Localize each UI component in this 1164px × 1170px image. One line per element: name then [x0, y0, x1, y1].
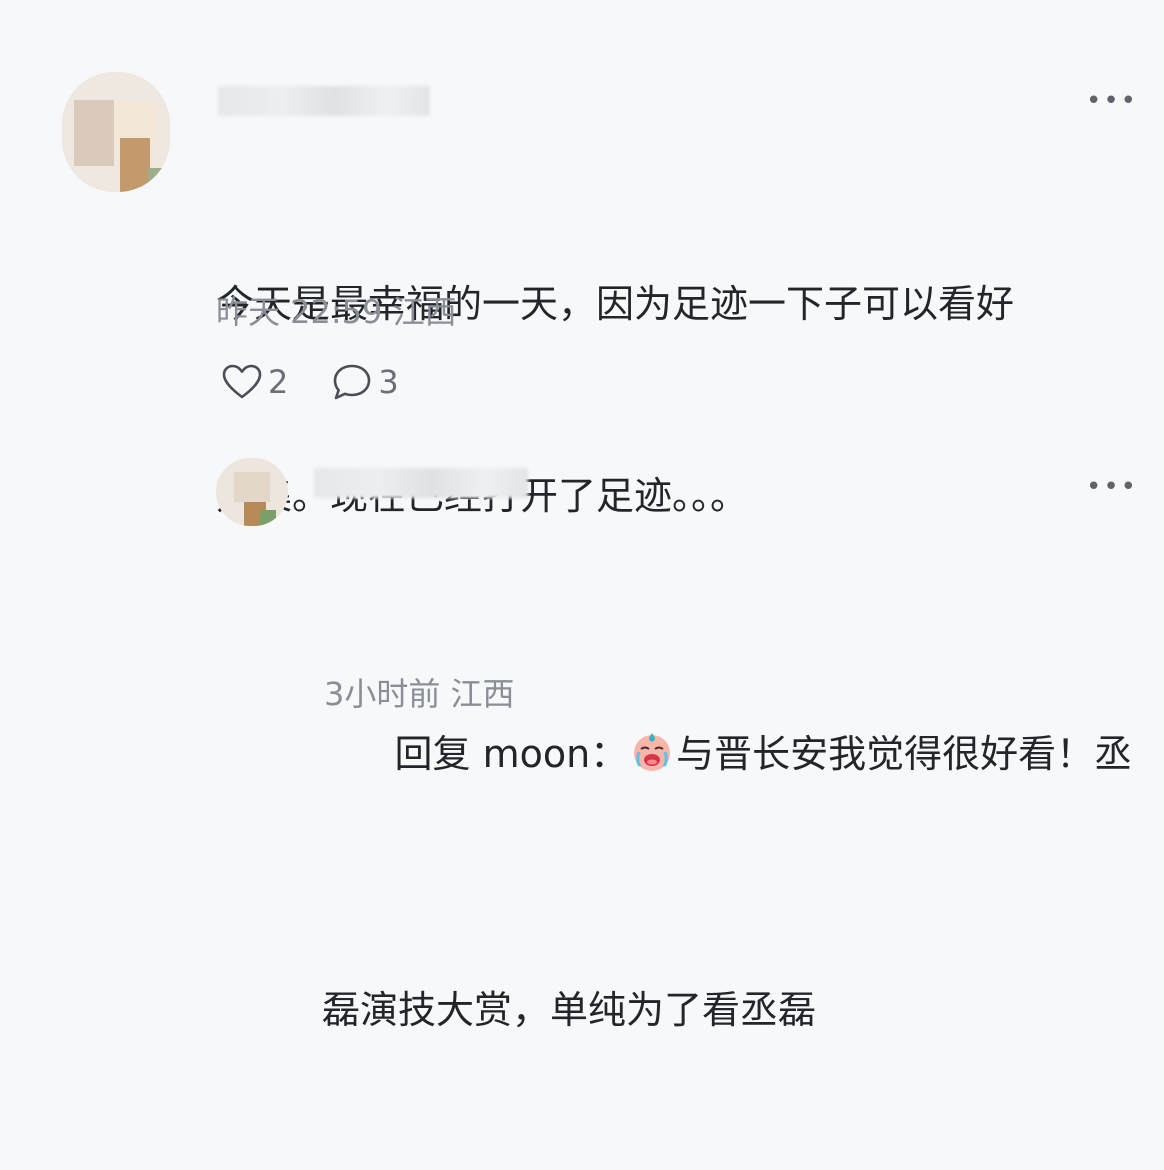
username-blurred[interactable]: [314, 468, 528, 498]
more-dots-icon[interactable]: •••: [1086, 88, 1138, 114]
comment-meta: 昨天 22:59 江西: [216, 292, 457, 332]
like-button[interactable]: 2: [222, 362, 288, 402]
comment-bubble-icon: [334, 364, 371, 400]
avatar-pixel: [260, 510, 276, 526]
reply-button[interactable]: 3: [332, 362, 399, 402]
reply-item: ••• 回复 moon： 与晋长安我觉得很好看！丞 磊演技大赏，单纯为了看丞磊 3…: [0, 430, 1164, 1032]
comment-item: ••• 今天是最幸福的一天，因为足迹一下子可以看好 几集。现在已经打开了足迹。。…: [0, 0, 1164, 518]
crying-face-emoji: [634, 733, 671, 771]
more-dots-icon[interactable]: •••: [1086, 474, 1138, 500]
avatar[interactable]: [62, 72, 170, 192]
avatar-pixel: [148, 168, 170, 192]
reply-prefix: 回复 moon：: [394, 732, 629, 776]
reply-meta: 3小时前 江西: [324, 674, 515, 714]
reply-text-part: 与晋长安我觉得很好看！丞: [676, 732, 1133, 776]
username-blurred[interactable]: [218, 86, 430, 116]
comment-location: 江西: [392, 293, 457, 331]
avatar-pixel: [114, 102, 158, 142]
avatar-pixel: [120, 138, 150, 192]
reply-location: 江西: [450, 675, 515, 713]
avatar[interactable]: [216, 458, 288, 526]
heart-icon: [222, 364, 262, 399]
reply-text: 回复 moon： 与晋长安我觉得很好看！丞 磊演技大赏，单纯为了看丞磊: [322, 530, 1142, 1170]
reply-count: 3: [378, 363, 399, 401]
reply-text-line: 磊演技大赏，单纯为了看丞磊: [322, 988, 817, 1032]
reply-time: 3小时前: [324, 675, 441, 713]
avatar-pixel: [74, 100, 114, 166]
comment-time: 昨天 22:59: [216, 293, 383, 331]
like-count: 2: [268, 363, 289, 401]
comment-actions: 2 3: [222, 362, 443, 402]
avatar-pixel: [234, 472, 270, 502]
